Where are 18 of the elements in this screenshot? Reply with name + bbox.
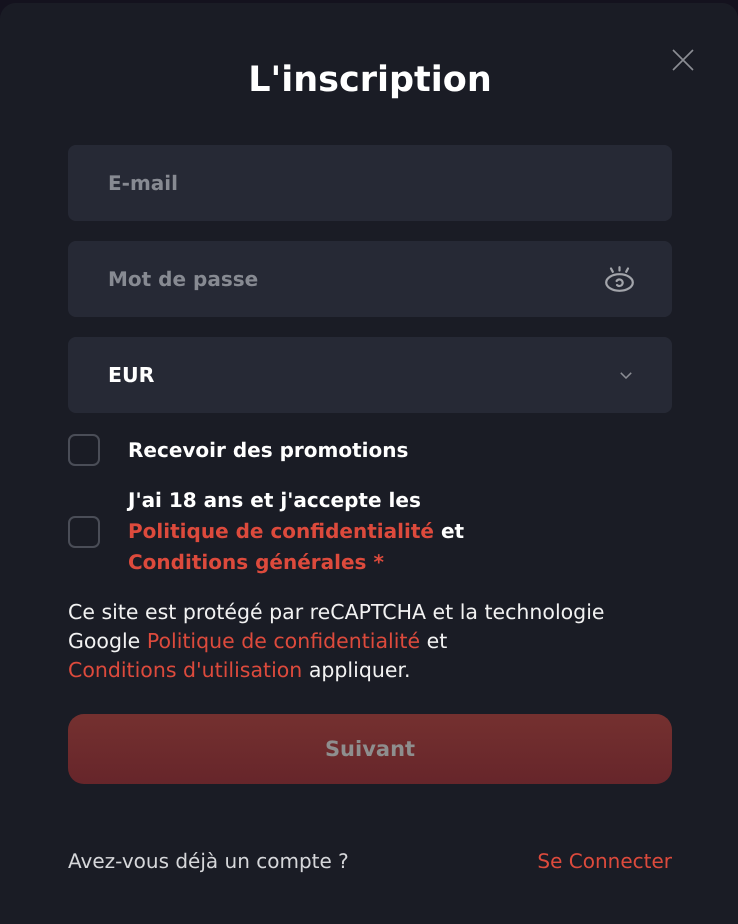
email-field[interactable]: E-mail [68, 145, 672, 221]
chevron-down-icon [620, 372, 632, 378]
checkbox[interactable] [68, 434, 100, 466]
inline-link[interactable]: Politique de confidentialité [128, 519, 434, 543]
password-field[interactable]: Mot de passe [68, 241, 672, 317]
close-icon[interactable] [672, 49, 694, 71]
account-prompt: Avez-vous déjà un compte ? [68, 848, 349, 875]
checkbox[interactable] [68, 516, 100, 548]
recaptcha-notice: Ce site est protégé par reCAPTCHA et la technologie Google Politique de confidentialité et Conditions d'utilisation appliquer. [68, 599, 606, 684]
checkbox-label: J'ai 18 ans et j'accepte les Politique de confidentialité et Conditions générales * [128, 487, 466, 576]
inline-link[interactable]: Conditions générales [128, 550, 366, 574]
login-link[interactable]: Se Connecter [537, 847, 672, 876]
currency-select[interactable]: EUR [68, 337, 672, 413]
inline-link[interactable]: Politique de confidentialité [146, 629, 420, 653]
eye-icon[interactable] [605, 266, 634, 292]
checkbox-label: Recevoir des promotions [128, 436, 410, 464]
inline-link[interactable]: Conditions d'utilisation [68, 658, 302, 682]
dialog-title: L'inscription [248, 59, 492, 102]
